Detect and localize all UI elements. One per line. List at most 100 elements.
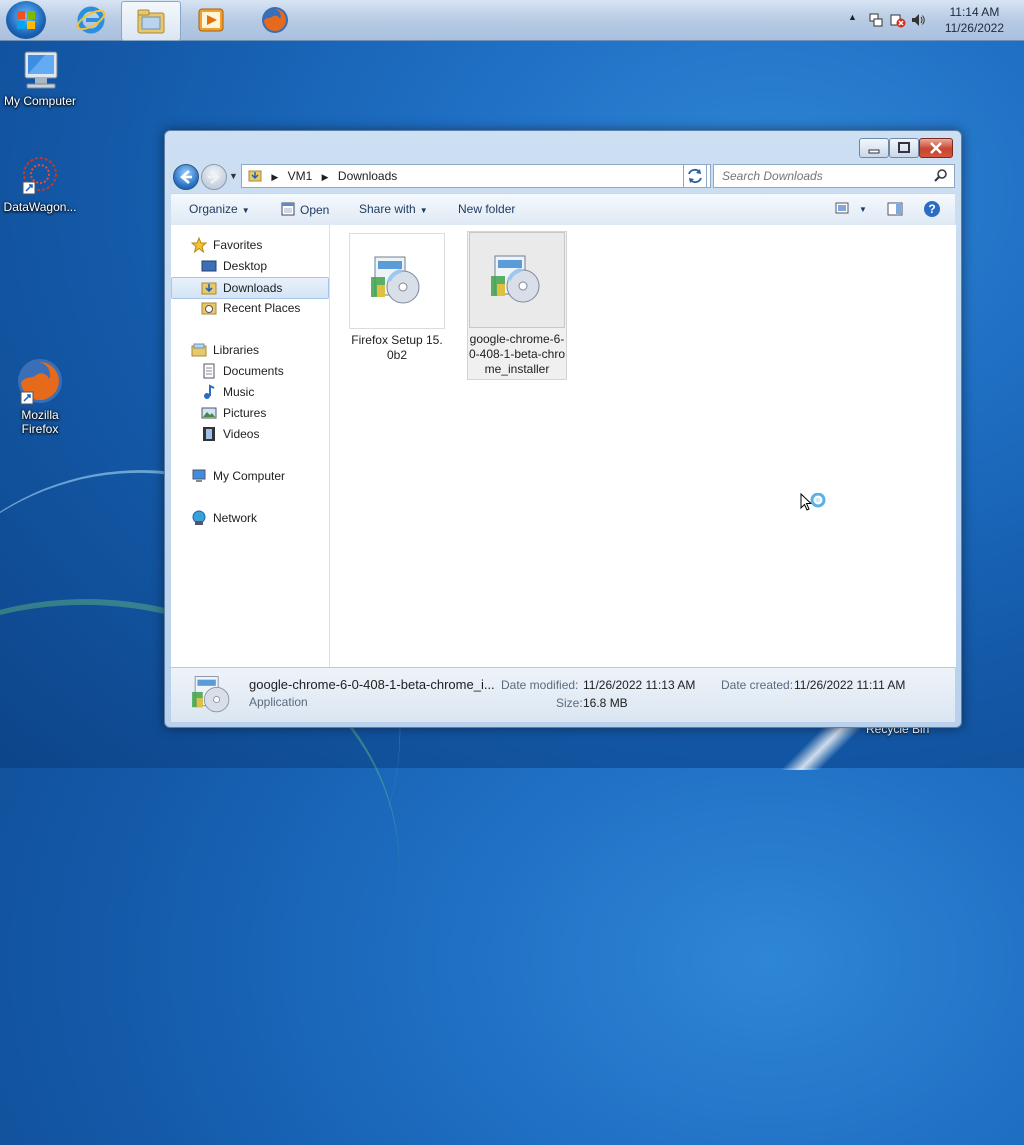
nav-documents[interactable]: Documents (171, 361, 327, 381)
nav-videos-label: Videos (223, 427, 260, 441)
nav-desktop-label: Desktop (223, 259, 268, 273)
breadcrumb-downloads[interactable]: Downloads (338, 169, 397, 183)
file-item-chrome-installer[interactable]: google-chrome-6-0-408-1-beta-chrome_inst… (467, 231, 567, 380)
internet-explorer-icon (76, 6, 106, 34)
address-bar[interactable]: ▶ VM1 ▶ Downloads ▼ (241, 164, 711, 188)
windows-logo-icon (17, 11, 35, 29)
taskbar-internet-explorer[interactable] (62, 1, 120, 39)
details-modified-value: 11/26/2022 11:13 AM (583, 678, 696, 692)
busy-cursor-icon (800, 493, 826, 511)
nav-favorites[interactable]: Favorites (171, 235, 327, 255)
downloads-folder-icon (248, 170, 262, 182)
network-tray-icon[interactable] (868, 12, 884, 28)
command-bar: Organize ▼ Open Share with ▼ New folder ▼ … (171, 193, 955, 227)
details-size-label: Size: (556, 696, 583, 710)
search-box[interactable] (713, 164, 955, 188)
volume-icon[interactable] (910, 12, 926, 28)
maximize-icon (898, 142, 910, 153)
nav-downloads-label: Downloads (223, 281, 283, 295)
nav-network-label: Network (213, 511, 258, 525)
start-button[interactable] (6, 1, 46, 39)
installer-icon (491, 255, 540, 303)
breadcrumb-separator-icon[interactable]: ▶ (271, 172, 278, 182)
nav-network[interactable]: Network (171, 508, 327, 528)
file-thumbnail (349, 233, 445, 329)
refresh-button[interactable] (683, 164, 707, 188)
new-folder-button[interactable]: New folder (458, 202, 515, 216)
nav-videos[interactable]: Videos (171, 424, 327, 444)
desktop-icon-label: DataWagon... (3, 200, 77, 214)
system-tray: ▲ 11:14 AM 11/26/2022 (834, 0, 1024, 40)
view-options-dropdown[interactable]: ▼ (859, 205, 867, 214)
preview-pane-button[interactable] (887, 202, 903, 219)
maximize-button[interactable] (889, 138, 919, 158)
preview-pane-icon (887, 202, 903, 216)
nav-recent-places[interactable]: Recent Places (171, 298, 327, 318)
open-label: Open (300, 203, 330, 217)
organize-button[interactable]: Organize ▼ (189, 202, 250, 216)
details-modified-label: Date modified: (501, 678, 579, 692)
nav-favorites-label: Favorites (213, 238, 263, 252)
nav-pictures-label: Pictures (223, 406, 267, 420)
details-created-value: 11/26/2022 11:11 AM (794, 678, 906, 692)
installer-icon (371, 256, 420, 304)
taskbar-windows-explorer[interactable] (121, 1, 181, 41)
pictures-icon (201, 407, 217, 419)
file-name: google-chrome-6-0-408-1-beta-chrome_inst… (468, 332, 566, 376)
taskbar-clock[interactable]: 11:14 AM 11/26/2022 (945, 4, 1004, 36)
view-icon (835, 202, 849, 214)
back-arrow-icon (180, 170, 192, 184)
chevron-down-icon: ▼ (419, 206, 428, 215)
help-button[interactable]: ? (923, 200, 941, 221)
clock-date: 11/26/2022 (944, 21, 1004, 35)
refresh-icon (688, 168, 702, 184)
desktop-icon-datawagon[interactable]: DataWagon... (0, 152, 80, 214)
nav-libraries[interactable]: Libraries (171, 340, 327, 360)
desktop-icon-label: Mozilla Firefox (21, 408, 59, 436)
close-icon (930, 142, 942, 154)
action-center-warning-icon[interactable] (890, 12, 906, 28)
explorer-window: ▼ ▶ VM1 ▶ Downloads ▼ Organize▼ Open S (164, 130, 962, 728)
media-player-icon (198, 8, 224, 32)
chevron-down-icon: ▼ (241, 206, 250, 215)
breadcrumb-vm1[interactable]: VM1 (288, 169, 313, 183)
breadcrumb: ▶ VM1 ▶ Downloads (248, 168, 397, 183)
nav-music[interactable]: Music (171, 382, 327, 402)
recent-pages-dropdown[interactable]: ▼ (229, 171, 238, 181)
recent-places-icon (201, 302, 217, 315)
nav-desktop[interactable]: Desktop (171, 256, 327, 276)
datawagon-icon (22, 157, 57, 195)
share-with-button[interactable]: Share with ▼ (359, 202, 428, 216)
desktop-icon-my-computer[interactable]: My Computer (0, 50, 80, 108)
breadcrumb-separator-icon[interactable]: ▶ (322, 172, 329, 182)
search-input[interactable] (720, 168, 930, 184)
close-button[interactable] (919, 138, 953, 158)
taskbar-media-player[interactable] (182, 1, 240, 39)
downloads-folder-icon (201, 282, 217, 295)
desktop-icon-firefox[interactable]: Mozilla Firefox (0, 356, 80, 436)
open-icon (281, 202, 295, 216)
search-icon[interactable] (934, 168, 948, 182)
change-view-button[interactable] (835, 202, 849, 216)
open-button[interactable]: Open (281, 202, 329, 217)
tray-expand-icon[interactable]: ▲ (848, 12, 857, 22)
details-file-type: Application (249, 695, 308, 709)
file-item-firefox-setup[interactable]: Firefox Setup 15.0b2 (348, 233, 446, 363)
nav-pictures[interactable]: Pictures (171, 403, 327, 423)
minimize-button[interactable] (859, 138, 889, 158)
nav-my-computer[interactable]: My Computer (171, 466, 327, 486)
forward-button[interactable] (201, 164, 227, 190)
details-file-name: google-chrome-6-0-408-1-beta-chrome_i... (249, 677, 495, 692)
back-button[interactable] (173, 164, 199, 190)
svg-text:?: ? (928, 202, 935, 216)
nav-documents-label: Documents (223, 364, 284, 378)
address-row: ▼ ▶ VM1 ▶ Downloads ▼ (173, 163, 955, 190)
desktop-icon (201, 260, 217, 272)
help-icon: ? (924, 201, 940, 217)
nav-downloads[interactable]: Downloads (171, 277, 329, 299)
installer-icon (192, 676, 230, 713)
forward-arrow-icon (208, 170, 220, 184)
nav-libraries-label: Libraries (213, 343, 260, 357)
file-list: Firefox Setup 15.0b2 google-chrome-6-0-4… (330, 225, 956, 667)
taskbar-firefox[interactable] (246, 1, 304, 39)
